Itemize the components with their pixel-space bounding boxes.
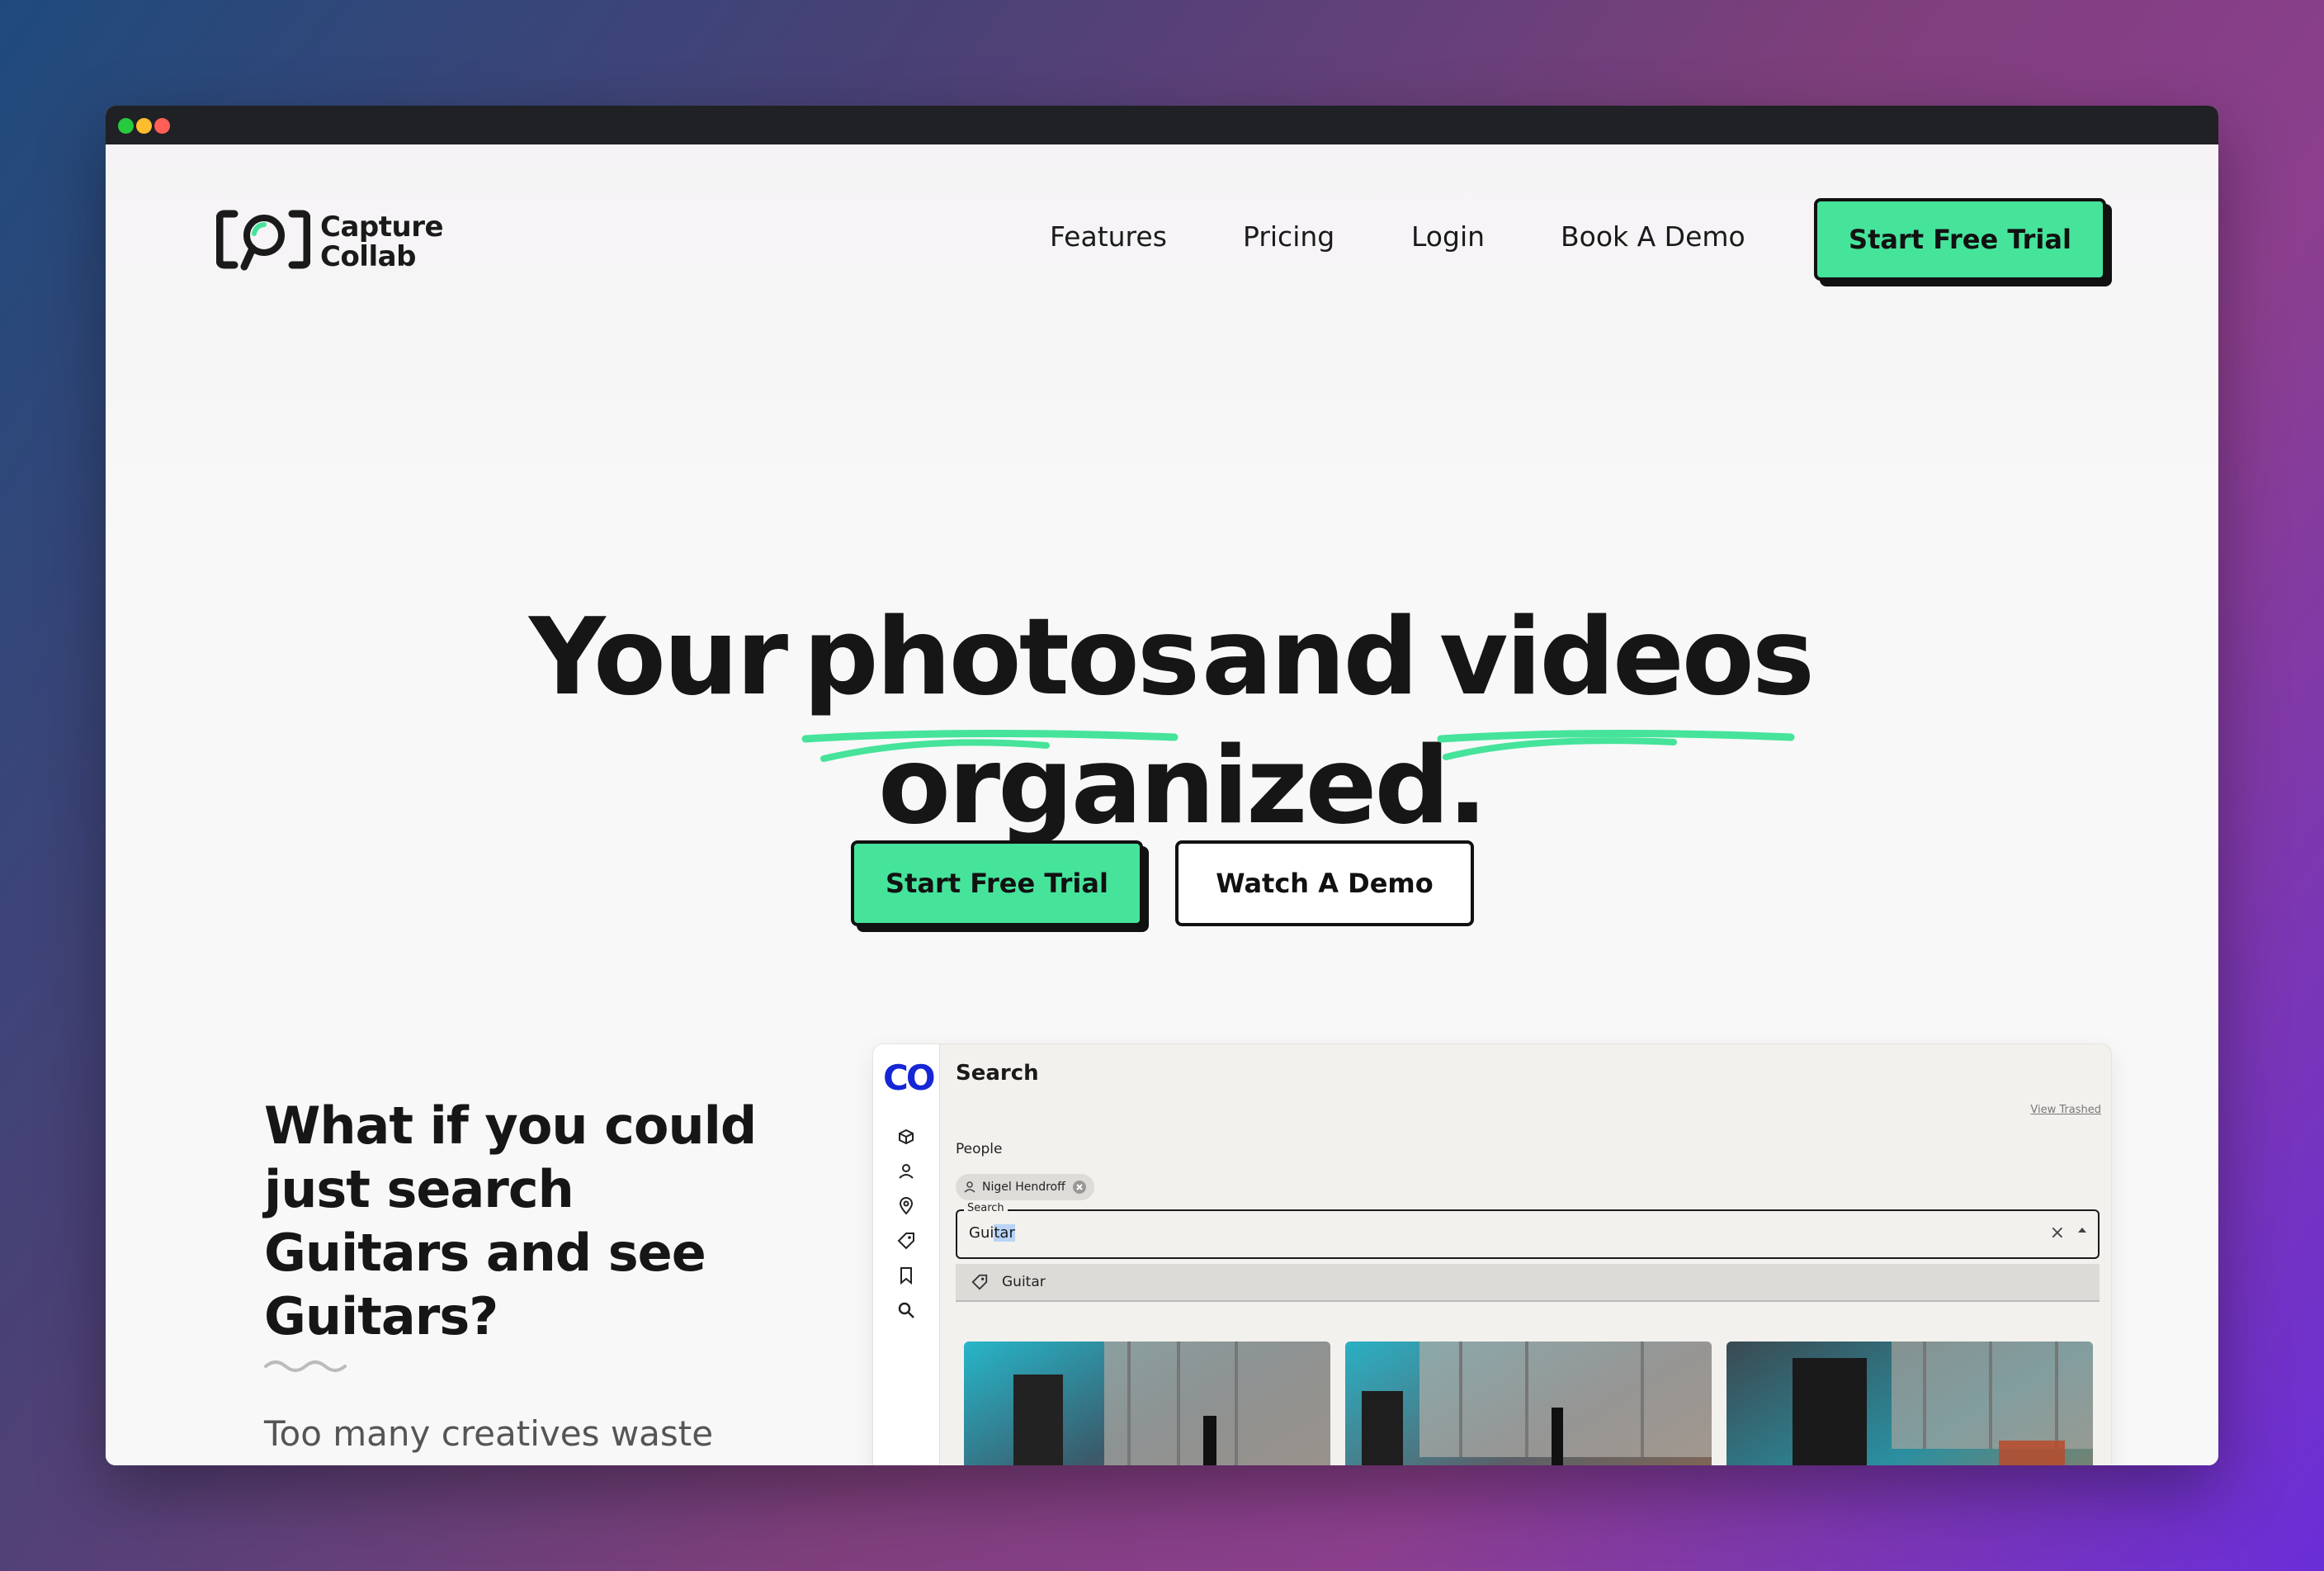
capture-collab-logo[interactable]: Capture Collab <box>216 202 456 277</box>
person-icon[interactable] <box>896 1162 916 1181</box>
maximize-window-dot[interactable] <box>154 118 170 134</box>
squiggle-divider <box>264 1360 347 1372</box>
search-icon[interactable] <box>896 1300 916 1320</box>
bookmark-icon[interactable] <box>896 1266 916 1285</box>
nav-start-free-trial-button[interactable]: Start Free Trial <box>1814 198 2106 281</box>
tag-icon <box>971 1274 988 1290</box>
minimize-window-dot[interactable] <box>136 118 152 134</box>
videos-underline-stroke <box>1437 729 1795 760</box>
logo-line-1: Capture <box>320 211 444 244</box>
app-preview: CO Search View Trashed People Nigel Hend… <box>873 1044 2111 1465</box>
tag-icon[interactable] <box>896 1231 916 1251</box>
hero-watch-demo-button[interactable]: Watch A Demo <box>1175 840 1474 926</box>
landing-page: Capture Collab Features Pricing Login Bo… <box>106 144 2218 1465</box>
hero-word-and: and <box>1202 596 1419 719</box>
hero-word-your: Your <box>529 596 788 719</box>
logo-line-2: Collab <box>320 240 416 273</box>
app-logo: CO <box>883 1058 936 1098</box>
window-titlebar <box>106 106 2218 144</box>
people-label: People <box>956 1141 1003 1157</box>
studio-photo-image <box>1726 1342 2093 1465</box>
media-thumbnail[interactable] <box>1726 1342 2093 1465</box>
media-thumbnail[interactable] <box>1345 1342 1712 1465</box>
search-input-value[interactable]: Guitar <box>969 1224 1015 1242</box>
nav-link-pricing[interactable]: Pricing <box>1243 220 1334 253</box>
close-window-dot[interactable] <box>118 118 134 134</box>
media-thumbnail[interactable] <box>964 1342 1330 1465</box>
app-sidebar: CO <box>873 1044 940 1465</box>
studio-photo-image <box>1345 1342 1712 1465</box>
photos-underline-stroke <box>801 729 1179 762</box>
suggestion-label: Guitar <box>1002 1274 1046 1290</box>
search-suggestion-option[interactable]: Guitar <box>956 1264 2100 1302</box>
hero-word-videos: videos <box>1439 596 1815 719</box>
search-value-selection: tar <box>994 1224 1015 1242</box>
browser-window: Capture Collab Features Pricing Login Bo… <box>106 106 2218 1465</box>
view-trashed-link[interactable]: View Trashed <box>2030 1104 2101 1116</box>
feature-body-text: Too many creatives waste <box>264 1413 714 1454</box>
search-input-label: Search <box>964 1202 1008 1214</box>
nav-link-book-demo[interactable]: Book A Demo <box>1561 220 1745 253</box>
clear-search-icon[interactable]: × <box>2050 1223 2065 1243</box>
feature-heading: What if you could just search Guitars an… <box>264 1095 757 1346</box>
location-pin-icon[interactable] <box>896 1196 916 1216</box>
person-icon <box>964 1181 975 1193</box>
search-input[interactable]: Search Guitar × <box>956 1202 2100 1259</box>
person-filter-chip[interactable]: Nigel Hendroff <box>956 1174 1094 1200</box>
studio-photo-image <box>964 1342 1330 1465</box>
remove-chip-icon[interactable] <box>1072 1180 1087 1195</box>
person-chip-label: Nigel Hendroff <box>982 1181 1065 1194</box>
collapse-caret-icon[interactable] <box>2078 1228 2086 1233</box>
box-icon[interactable] <box>896 1127 916 1147</box>
hero-word-photos: photos <box>803 596 1200 719</box>
hero-start-free-trial-button[interactable]: Start Free Trial <box>851 840 1143 926</box>
camera-magnifier-icon <box>216 210 310 271</box>
nav-link-features[interactable]: Features <box>1050 220 1167 253</box>
app-page-title: Search <box>956 1061 1039 1086</box>
logo-wordmark: Capture Collab <box>320 211 444 273</box>
nav-link-login[interactable]: Login <box>1411 220 1485 253</box>
search-value-text: Gui <box>969 1224 994 1242</box>
